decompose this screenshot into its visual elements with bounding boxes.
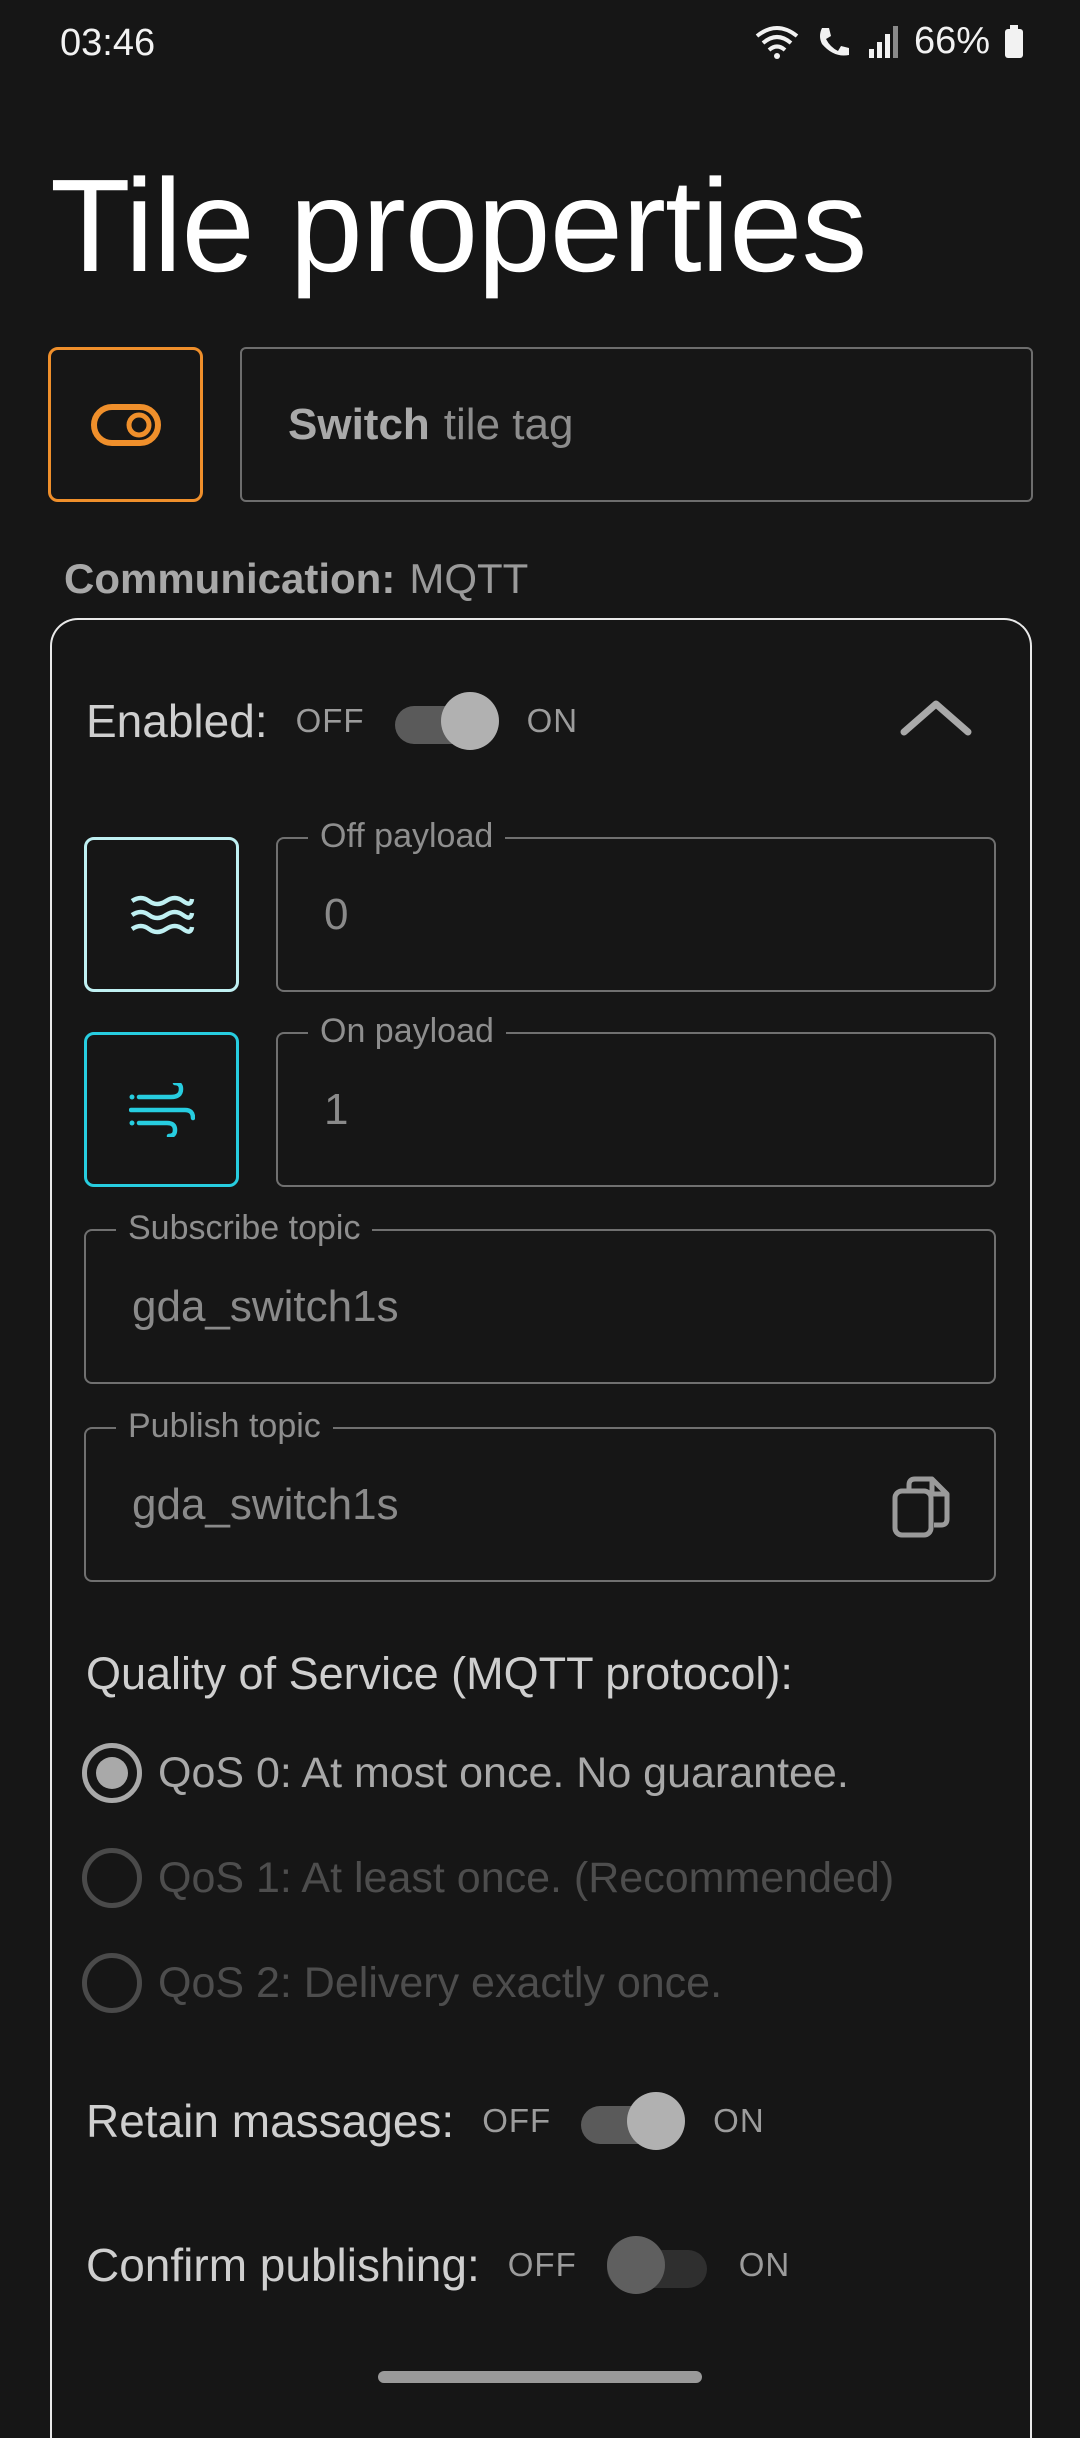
status-time: 03:46 — [60, 22, 156, 64]
tile-icon-button[interactable] — [48, 347, 203, 502]
qos-option-0[interactable]: QoS 0: At most once. No guarantee. — [82, 1743, 849, 1803]
confirm-on-label: ON — [738, 2246, 791, 2283]
on-payload-icon-button[interactable] — [84, 1032, 239, 1187]
retain-row: Retain massages: OFF ON — [86, 2092, 765, 2150]
on-payload-value: 1 — [324, 1084, 349, 1134]
qos-0-label: QoS 0: At most once. No guarantee. — [158, 1748, 849, 1797]
retain-label: Retain massages: — [86, 2095, 455, 2147]
qos-0-radio[interactable] — [82, 1743, 142, 1803]
enabled-row: Enabled: OFF ON — [86, 692, 579, 750]
wifi-icon — [755, 25, 799, 59]
qos-2-radio[interactable] — [82, 1953, 142, 2013]
enabled-switch[interactable] — [394, 692, 499, 750]
confirm-switch[interactable] — [606, 2236, 709, 2294]
wifi-call-icon — [819, 27, 849, 56]
qos-heading: Quality of Service (MQTT protocol): — [86, 1648, 793, 1699]
on-payload-field[interactable]: On payload 1 — [276, 1012, 996, 1187]
signal-icon — [868, 25, 898, 58]
communication-label: Communication: MQTT — [64, 555, 528, 603]
battery-percent: 66% — [913, 20, 990, 62]
on-payload-label: On payload — [308, 1012, 506, 1051]
qos-option-2[interactable]: QoS 2: Delivery exactly once. — [82, 1953, 722, 2013]
copy-icon[interactable] — [892, 1475, 952, 1539]
qos-option-1[interactable]: QoS 1: At least once. (Recommended) — [82, 1848, 894, 1908]
subscribe-topic-value: gda_switch1s — [132, 1281, 399, 1331]
enabled-on-label: ON — [526, 702, 579, 739]
retain-switch[interactable] — [581, 2092, 686, 2150]
page-title: Tile properties — [50, 152, 867, 299]
qos-1-radio[interactable] — [82, 1848, 142, 1908]
tile-type-label: Switch — [288, 399, 430, 449]
publish-topic-field[interactable]: Publish topic gda_switch1s — [84, 1407, 996, 1582]
subscribe-topic-label: Subscribe topic — [116, 1209, 373, 1248]
wind-icon — [128, 1082, 195, 1137]
retain-off-label: OFF — [482, 2102, 552, 2139]
subscribe-topic-field[interactable]: Subscribe topic gda_switch1s — [84, 1209, 996, 1384]
tile-tag-input[interactable]: Switch tile tag — [240, 347, 1033, 502]
toggle-switch-icon — [90, 403, 161, 446]
battery-icon — [1005, 24, 1023, 58]
home-indicator[interactable] — [378, 2371, 702, 2383]
off-payload-label: Off payload — [308, 817, 506, 856]
qos-1-label: QoS 1: At least once. (Recommended) — [158, 1853, 895, 1902]
publish-topic-value: gda_switch1s — [132, 1479, 399, 1529]
enabled-off-label: OFF — [295, 702, 365, 739]
confirm-label: Confirm publishing: — [86, 2239, 480, 2291]
off-payload-value: 0 — [324, 889, 349, 939]
off-payload-icon-button[interactable] — [84, 837, 239, 992]
tile-tag-placeholder: tile tag — [443, 399, 574, 449]
chevron-up-icon[interactable] — [896, 692, 976, 742]
status-icons: 66% — [754, 20, 1024, 63]
communication-value: MQTT — [409, 555, 529, 602]
confirm-off-label: OFF — [507, 2246, 577, 2283]
off-payload-field[interactable]: Off payload 0 — [276, 817, 996, 992]
confirm-row: Confirm publishing: OFF ON — [86, 2236, 791, 2294]
retain-on-label: ON — [713, 2102, 765, 2139]
qos-2-label: QoS 2: Delivery exactly once. — [158, 1958, 723, 2007]
publish-topic-label: Publish topic — [116, 1407, 333, 1446]
communication-title: Communication: — [64, 555, 396, 602]
enabled-label: Enabled: — [86, 695, 268, 747]
waves-icon — [130, 895, 194, 934]
